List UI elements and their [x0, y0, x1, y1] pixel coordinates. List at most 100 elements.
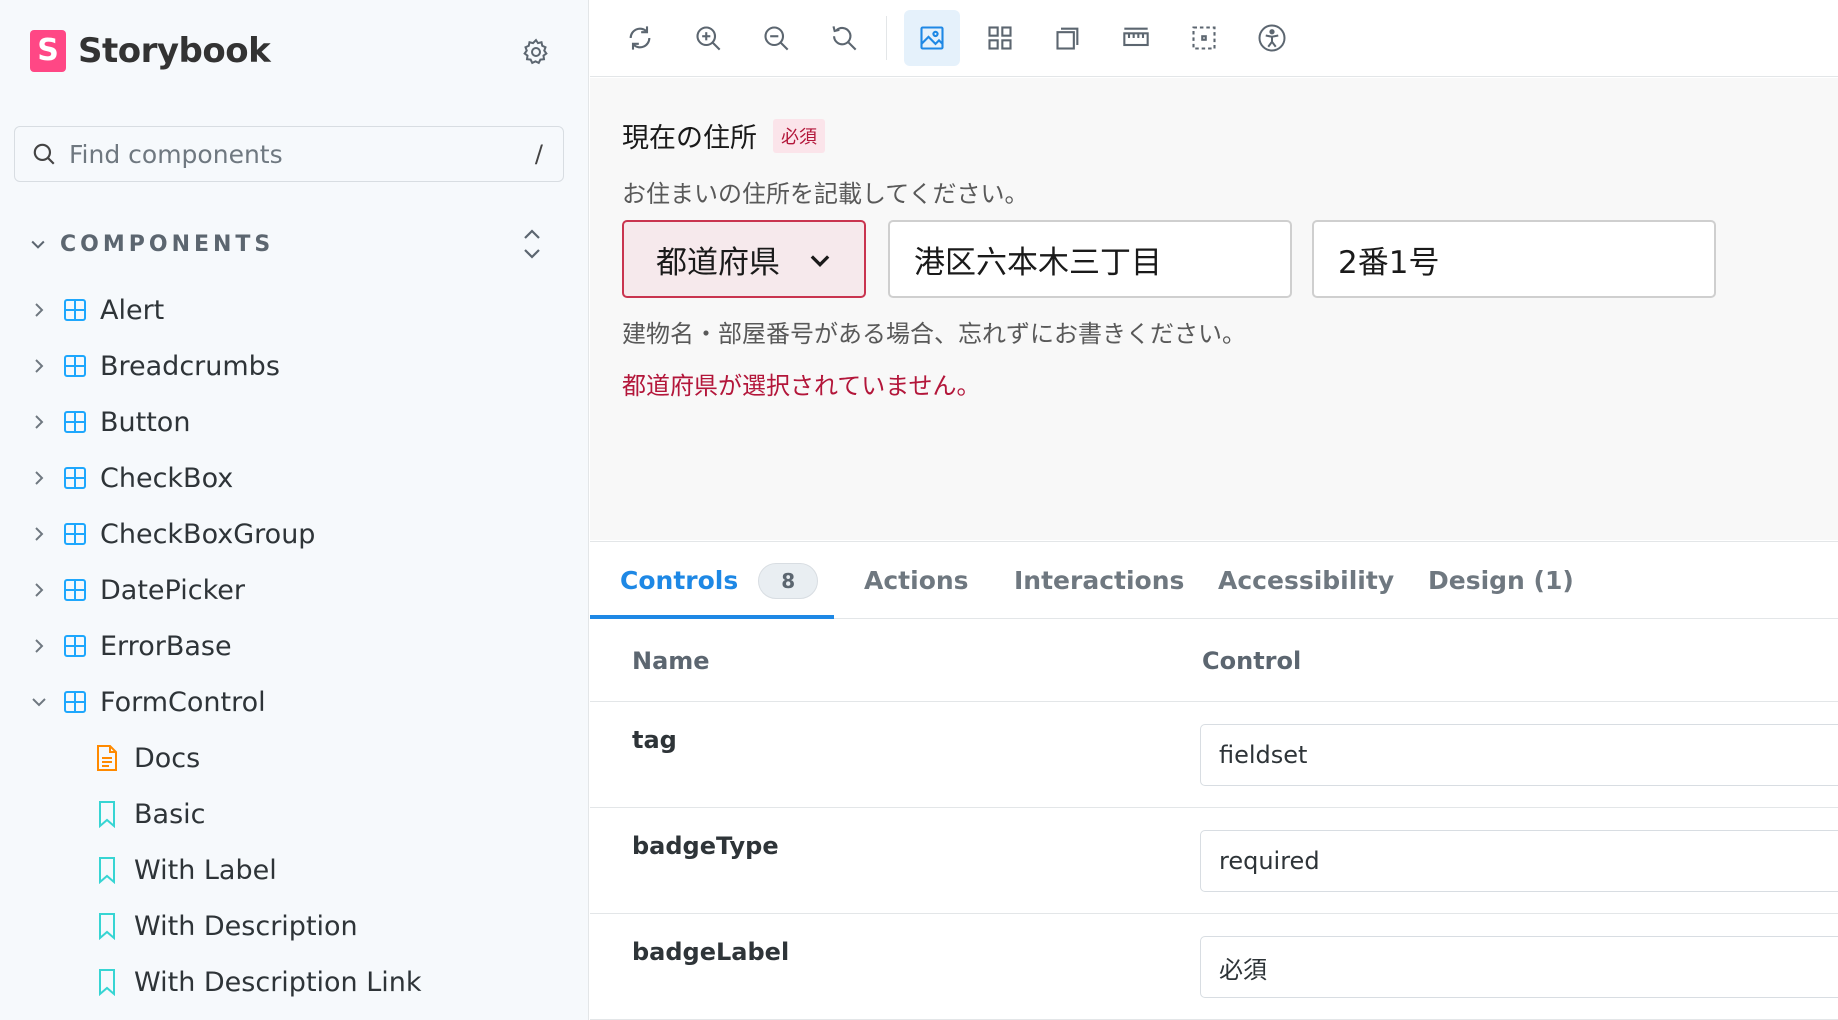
search-input[interactable]	[69, 139, 535, 169]
tree-item-label: FormControl	[100, 686, 266, 718]
tab-actions[interactable]: Actions	[864, 542, 969, 619]
chevron-right-icon	[28, 635, 50, 657]
brand-name: Storybook	[78, 31, 271, 71]
arg-control-input[interactable]: required	[1200, 830, 1838, 892]
tree-item-label: ErrorBase	[100, 630, 232, 662]
table-row: badgeType required	[590, 808, 1838, 914]
measure-button[interactable]	[1108, 10, 1164, 66]
column-header-name: Name	[632, 647, 710, 675]
grid-icon	[988, 26, 1012, 50]
grid-button[interactable]	[972, 10, 1028, 66]
chevron-right-icon	[28, 299, 50, 321]
error-message: 都道府県が選択されていません。	[622, 372, 981, 400]
prefecture-select-value: 都道府県	[656, 244, 780, 281]
tree-item-label: CheckBox	[100, 462, 234, 494]
tab-label: Controls	[620, 566, 739, 595]
tree-item-checkbox[interactable]: CheckBox	[0, 450, 589, 506]
expand-collapse-icon	[524, 229, 540, 259]
viewport-icon	[1056, 27, 1079, 50]
tree-child-docs[interactable]: Docs	[0, 730, 589, 786]
component-icon	[62, 409, 88, 435]
addon-tabs: Controls 8 Actions Interactions Accessib…	[590, 542, 1838, 619]
bookmark-icon	[94, 911, 120, 941]
arg-name: badgeType	[632, 832, 779, 860]
required-badge: 必須	[773, 118, 825, 153]
column-header-control: Control	[1202, 647, 1302, 675]
tree-item-label: Button	[100, 406, 191, 438]
reload-button[interactable]	[612, 10, 668, 66]
tree-item-errorbase[interactable]: ErrorBase	[0, 618, 589, 674]
zoom-in-button[interactable]	[680, 10, 736, 66]
arg-name: tag	[632, 726, 677, 754]
table-row: tag fieldset	[590, 702, 1838, 808]
tab-accessibility[interactable]: Accessibility	[1218, 542, 1394, 619]
arg-control-input[interactable]: fieldset	[1200, 724, 1838, 786]
tree-item-formcontrol[interactable]: FormControl	[0, 674, 589, 730]
chevron-down-icon	[31, 240, 45, 249]
arg-name: badgeLabel	[632, 938, 790, 966]
zoom-out-icon	[764, 26, 789, 51]
component-icon	[62, 577, 88, 603]
reset-zoom-icon	[832, 26, 857, 51]
component-icon	[62, 633, 88, 659]
sidebar: S Storybook / COMPONENTS Alert	[0, 0, 589, 1020]
tree-child-label: Basic	[134, 798, 206, 830]
search-field[interactable]: /	[14, 126, 564, 182]
tree-item-checkboxgroup[interactable]: CheckBoxGroup	[0, 506, 589, 562]
settings-button[interactable]	[520, 36, 552, 68]
components-section-header[interactable]: COMPONENTS	[28, 224, 558, 264]
tree-child-with-description-link[interactable]: With Description Link	[0, 954, 589, 1010]
chevron-right-icon	[28, 579, 50, 601]
search-icon	[33, 143, 55, 165]
tab-interactions[interactable]: Interactions	[1014, 542, 1184, 619]
outline-icon	[1192, 26, 1216, 50]
chevron-down-icon	[28, 691, 50, 713]
accessibility-button[interactable]	[1244, 10, 1300, 66]
zoom-in-icon	[696, 26, 721, 51]
viewport-button[interactable]	[1040, 10, 1096, 66]
chevron-right-icon	[28, 411, 50, 433]
tree-child-label: With Description Link	[134, 966, 422, 998]
component-icon	[62, 297, 88, 323]
form-control-note: 建物名・部屋番号がある場合、忘れずにお書きください。	[622, 320, 1246, 348]
tree-child-basic[interactable]: Basic	[0, 786, 589, 842]
bookmark-icon	[94, 967, 120, 997]
component-icon	[62, 353, 88, 379]
table-row: badgeLabel 必須	[590, 914, 1838, 1020]
component-icon	[62, 465, 88, 491]
controls-count-badge: 8	[758, 562, 819, 599]
reload-icon	[629, 26, 651, 50]
outline-button[interactable]	[1176, 10, 1232, 66]
tree-item-alert[interactable]: Alert	[0, 282, 589, 338]
background-button[interactable]	[904, 10, 960, 66]
tree-item-breadcrumbs[interactable]: Breadcrumbs	[0, 338, 589, 394]
arg-control-input[interactable]: 必須	[1200, 936, 1838, 998]
storybook-logo: S	[30, 30, 66, 72]
zoom-out-button[interactable]	[748, 10, 804, 66]
expand-collapse-button[interactable]	[516, 224, 548, 264]
preview-toolbar	[590, 0, 1838, 77]
component-tree: Alert Breadcrumbs Button CheckBox CheckB…	[0, 282, 589, 1010]
prefecture-select[interactable]: 都道府県	[622, 220, 866, 298]
brand[interactable]: S Storybook	[30, 30, 271, 72]
document-icon	[94, 743, 120, 773]
tree-item-label: CheckBoxGroup	[100, 518, 316, 550]
tab-design[interactable]: Design (1)	[1428, 542, 1574, 619]
bookmark-icon	[94, 855, 120, 885]
measure-icon	[1123, 27, 1149, 47]
reset-zoom-button[interactable]	[816, 10, 872, 66]
tree-child-label: With Description	[134, 910, 358, 942]
tree-child-with-description[interactable]: With Description	[0, 898, 589, 954]
component-icon	[62, 521, 88, 547]
address-input[interactable]: 港区六本木三丁目	[888, 220, 1292, 298]
bookmark-icon	[94, 799, 120, 829]
form-control-description: お住まいの住所を記載してください。	[622, 180, 1029, 208]
street-number-input[interactable]: 2番1号	[1312, 220, 1716, 298]
gear-icon	[523, 38, 548, 65]
label-text: 現在の住所	[622, 123, 757, 154]
chevron-right-icon	[28, 467, 50, 489]
tree-child-with-label[interactable]: With Label	[0, 842, 589, 898]
tab-controls[interactable]: Controls 8	[620, 542, 819, 619]
tree-item-button[interactable]: Button	[0, 394, 589, 450]
tree-item-datepicker[interactable]: DatePicker	[0, 562, 589, 618]
